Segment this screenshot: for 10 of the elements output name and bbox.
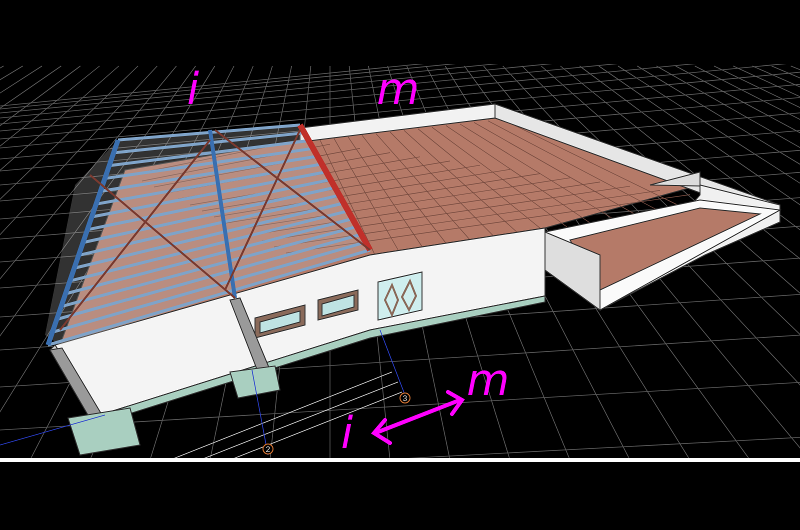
double-arrow-icon xyxy=(370,390,465,445)
roof-truss-drawing[interactable] xyxy=(45,124,373,346)
annotation-label: m xyxy=(466,355,510,406)
annotation-label: i xyxy=(186,64,200,115)
annotation-label: i xyxy=(340,408,354,458)
grid-marker: 3 xyxy=(400,392,410,404)
building-drawing[interactable] xyxy=(49,103,782,456)
grid-marker: 2 xyxy=(262,444,274,454)
viewport[interactable]: 3 2 i m i m xyxy=(0,64,800,462)
annotation-label: m xyxy=(376,64,420,115)
